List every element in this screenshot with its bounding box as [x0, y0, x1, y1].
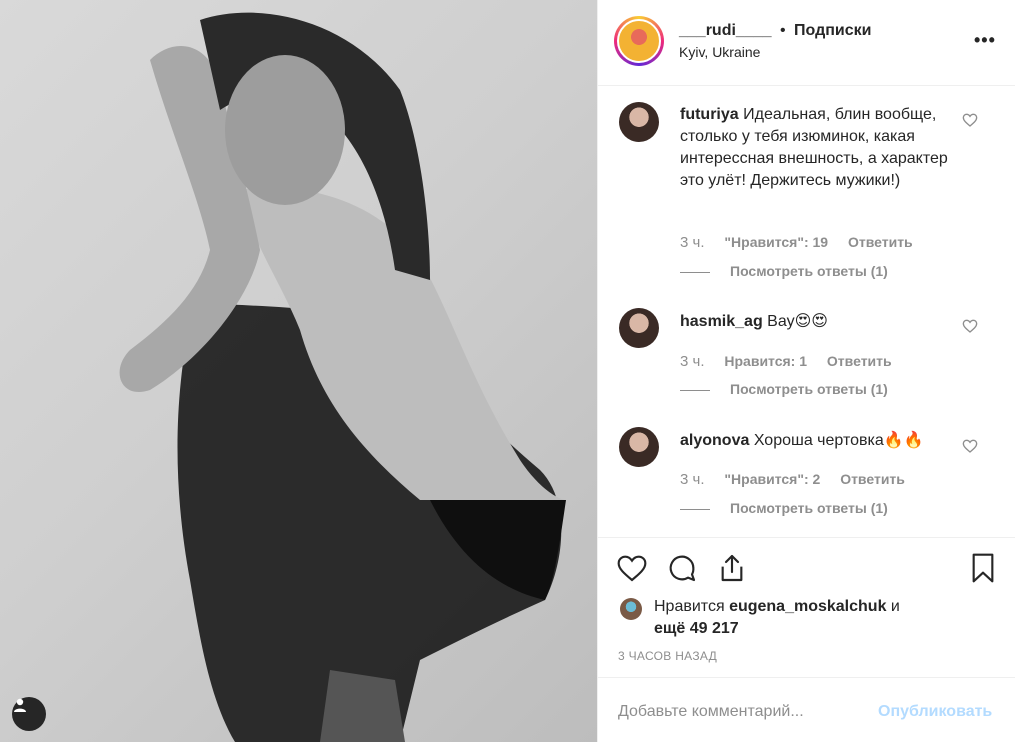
view-replies-label: Посмотреть ответы (1) [730, 381, 888, 397]
comment-reply-button[interactable]: Ответить [827, 353, 892, 369]
owner-avatar-story-ring[interactable] [614, 16, 664, 66]
comment-avatar[interactable] [619, 102, 659, 142]
comment-meta: 3 ч. "Нравится": 2 Ответить [680, 471, 921, 488]
user-tag-button[interactable] [12, 697, 46, 731]
comment-body: futuriya Идеальная, блин вообще, столько… [680, 104, 955, 192]
replies-divider [680, 271, 710, 273]
view-replies-button[interactable]: Посмотреть ответы (1) [680, 381, 888, 397]
comment-like-icon[interactable] [962, 318, 978, 339]
owner-avatar[interactable] [617, 19, 661, 63]
comment-reply-button[interactable]: Ответить [840, 471, 905, 487]
comment-text: Вау😍😍 [767, 313, 828, 330]
likes-and: и [890, 598, 900, 615]
likes-prefix: Нравится [654, 598, 725, 615]
comment-time: 3 ч. [680, 471, 705, 488]
comment-meta: 3 ч. Нравится: 1 Ответить [680, 353, 908, 370]
bookmark-icon[interactable] [967, 552, 999, 589]
comment-reply-button[interactable]: Ответить [848, 234, 913, 250]
comment-time: 3 ч. [680, 234, 705, 251]
like-icon[interactable] [616, 552, 648, 589]
comment-likes-count[interactable]: "Нравится": 19 [724, 234, 828, 250]
comment-avatar[interactable] [619, 427, 659, 467]
likes-more-count[interactable]: ещё 49 217 [654, 620, 739, 637]
separator-dot: • [779, 22, 786, 39]
liker-avatar[interactable] [620, 598, 642, 620]
replies-divider [680, 389, 710, 391]
likes-text: Нравится eugena_moskalchuk и ещё 49 217 [654, 596, 994, 640]
replies-divider [680, 508, 710, 510]
comment-username[interactable]: alyonova [680, 432, 749, 449]
more-options-icon[interactable]: ••• [974, 30, 996, 51]
user-icon [14, 698, 26, 712]
owner-line: ___rudi____ • Подписки [679, 22, 872, 40]
divider [598, 537, 1015, 538]
comment-body: alyonova Хороша чертовка🔥🔥 [680, 430, 955, 452]
comment-body: hasmik_ag Вау😍😍 [680, 311, 955, 333]
post-photo-image [119, 12, 566, 742]
post-photo[interactable] [0, 0, 597, 742]
comment-like-icon[interactable] [962, 438, 978, 459]
divider [598, 677, 1015, 678]
owner-username[interactable]: ___rudi____ [679, 22, 772, 39]
view-replies-label: Посмотреть ответы (1) [730, 263, 888, 279]
post-timestamp[interactable]: 3 ЧАСОВ НАЗАД [618, 649, 717, 663]
comment-input[interactable] [618, 700, 868, 724]
post-location[interactable]: Kyiv, Ukraine [679, 44, 760, 60]
comment-meta: 3 ч. "Нравится": 19 Ответить [680, 234, 929, 251]
publish-button[interactable]: Опубликовать [878, 703, 992, 721]
post-side-panel: ___rudi____ • Подписки Kyiv, Ukraine •••… [597, 0, 1015, 742]
liker-username[interactable]: eugena_moskalchuk [729, 598, 886, 615]
comment-likes-count[interactable]: "Нравится": 2 [724, 471, 820, 487]
comment-username[interactable]: futuriya [680, 106, 739, 123]
comment-avatar[interactable] [619, 308, 659, 348]
comment-time: 3 ч. [680, 353, 705, 370]
view-replies-button[interactable]: Посмотреть ответы (1) [680, 500, 888, 516]
comment-like-icon[interactable] [962, 112, 978, 133]
comment-icon[interactable] [666, 552, 698, 589]
share-icon[interactable] [716, 552, 748, 589]
view-replies-label: Посмотреть ответы (1) [730, 500, 888, 516]
following-button[interactable]: Подписки [794, 22, 871, 39]
comment-text: Хороша чертовка🔥🔥 [753, 432, 924, 449]
view-replies-button[interactable]: Посмотреть ответы (1) [680, 263, 888, 279]
comment-likes-count[interactable]: Нравится: 1 [724, 353, 807, 369]
post-header: ___rudi____ • Подписки Kyiv, Ukraine ••• [598, 0, 1015, 86]
comment-username[interactable]: hasmik_ag [680, 313, 763, 330]
